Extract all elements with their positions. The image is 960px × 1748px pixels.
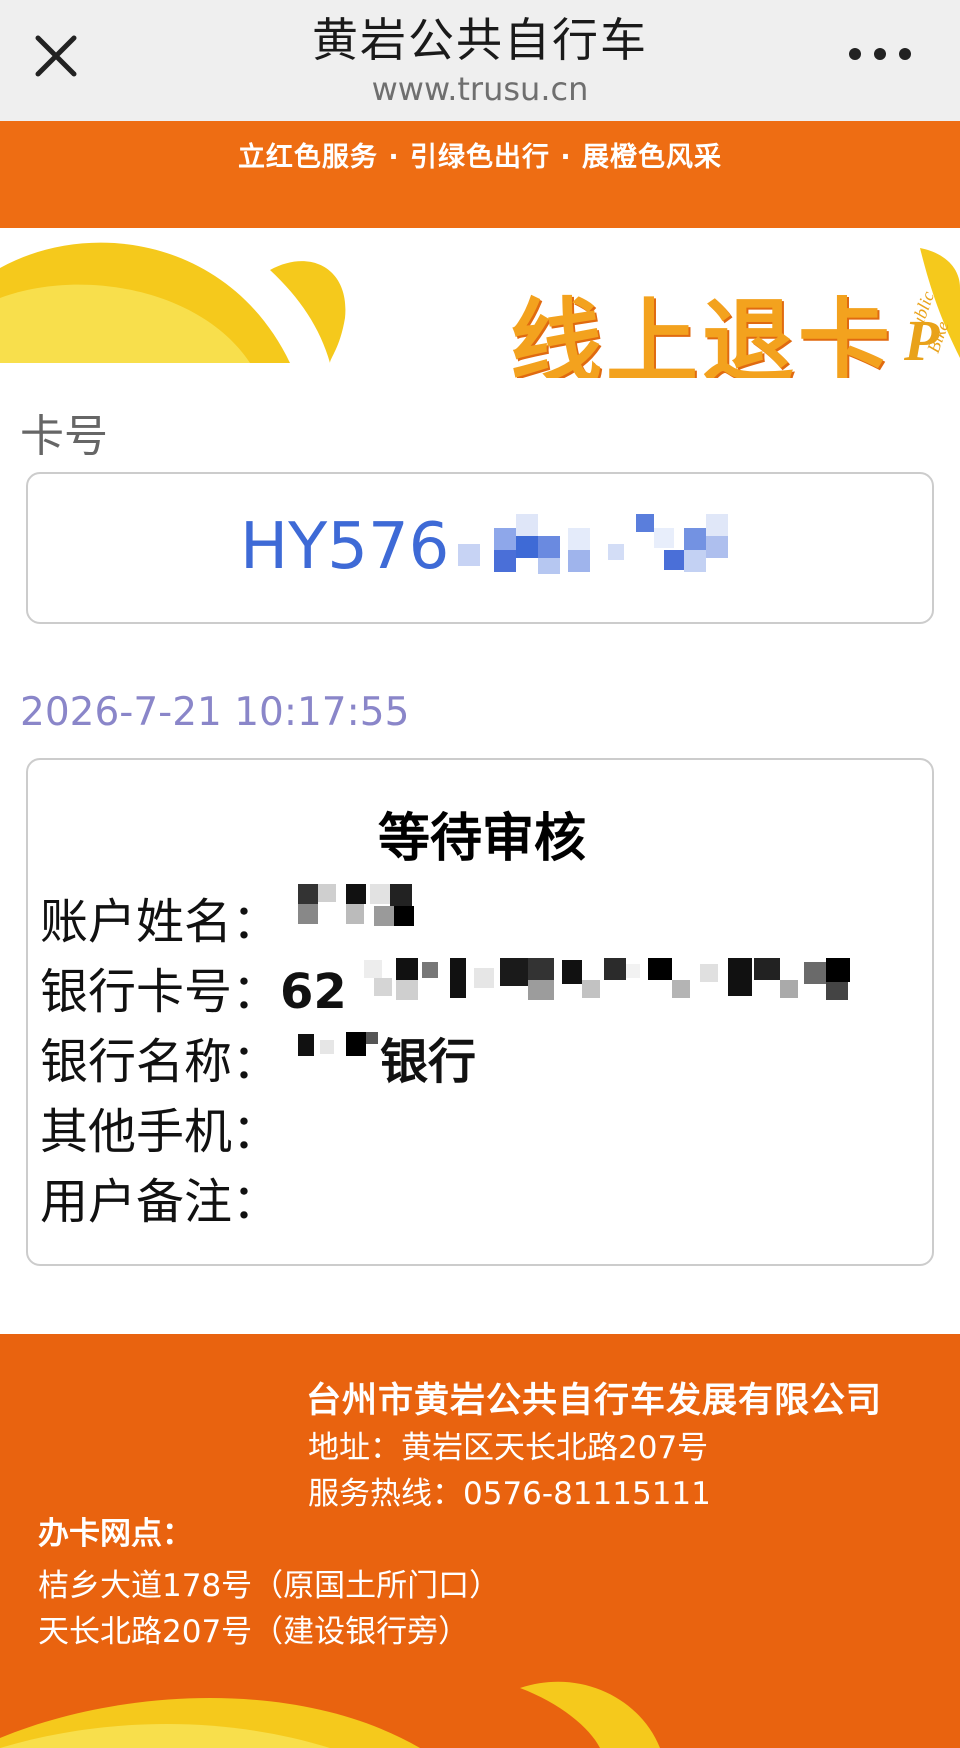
user-remark-row: 用户备注：	[40, 1162, 280, 1232]
footer-yellow-swoosh	[0, 1681, 660, 1748]
public-bike-logo: P ublic Bike	[903, 289, 953, 368]
footer: 台州市黄岩公共自行车发展有限公司 地址：黄岩区天长北路207号 服务热线：057…	[0, 1334, 960, 1748]
card-number-value: HY576	[240, 510, 450, 584]
other-phone-label: 其他手机：	[40, 1104, 281, 1160]
outlets-title: 办卡网点：	[38, 1516, 193, 1552]
hero-title: 线上退卡	[510, 289, 895, 378]
account-name-mosaic	[298, 884, 414, 926]
submission-timestamp: 2026-7-21 10:17:55	[20, 690, 410, 735]
slogan-banner: 立红色服务 · 引绿色出行 · 展橙色风采	[0, 121, 960, 228]
bank-name-mosaic	[298, 1032, 378, 1056]
other-phone-row: 其他手机：	[40, 1092, 280, 1162]
account-name-row: 账户姓名：	[40, 882, 280, 952]
user-remark-label: 用户备注：	[40, 1174, 281, 1230]
company-name: 台州市黄岩公共自行车发展有限公司	[306, 1381, 883, 1421]
bank-card-mosaic	[364, 958, 850, 1000]
outlet-item: 桔乡大道178号（原国土所门口）	[38, 1568, 501, 1604]
service-hotline[interactable]: 服务热线：0576-81115111	[308, 1468, 711, 1513]
bank-name-row: 银行名称： 银行	[40, 1022, 476, 1092]
hero-header: 线上退卡 P ublic Bike	[0, 228, 960, 378]
card-number-mosaic	[458, 514, 728, 574]
bank-card-value: 62	[280, 964, 347, 1020]
bank-name-label: 银行名称：	[40, 1034, 281, 1090]
status-details-box: 等待审核 账户姓名： 银行卡号：62 银行名称： 银行 其他手机： 用户备注：	[26, 758, 934, 1266]
company-address: 地址：黄岩区天长北路207号	[308, 1430, 709, 1466]
outlet-item: 天长北路207号（建设银行旁）	[38, 1614, 470, 1650]
bank-card-row: 银行卡号：62	[40, 952, 347, 1022]
account-name-label: 账户姓名：	[40, 894, 281, 950]
page-title: 黄岩公共自行车	[312, 13, 648, 67]
card-number-box: HY576	[26, 472, 934, 624]
bank-card-label: 银行卡号：	[40, 964, 281, 1020]
more-icon[interactable]	[845, 44, 915, 64]
card-number-label: 卡号	[20, 411, 108, 462]
nav-bar: 黄岩公共自行车 www.trusu.cn	[0, 0, 960, 121]
page-url: www.trusu.cn	[371, 70, 589, 108]
review-status: 等待审核	[377, 809, 586, 869]
slogan-text: 立红色服务 · 引绿色出行 · 展橙色风采	[237, 142, 723, 173]
